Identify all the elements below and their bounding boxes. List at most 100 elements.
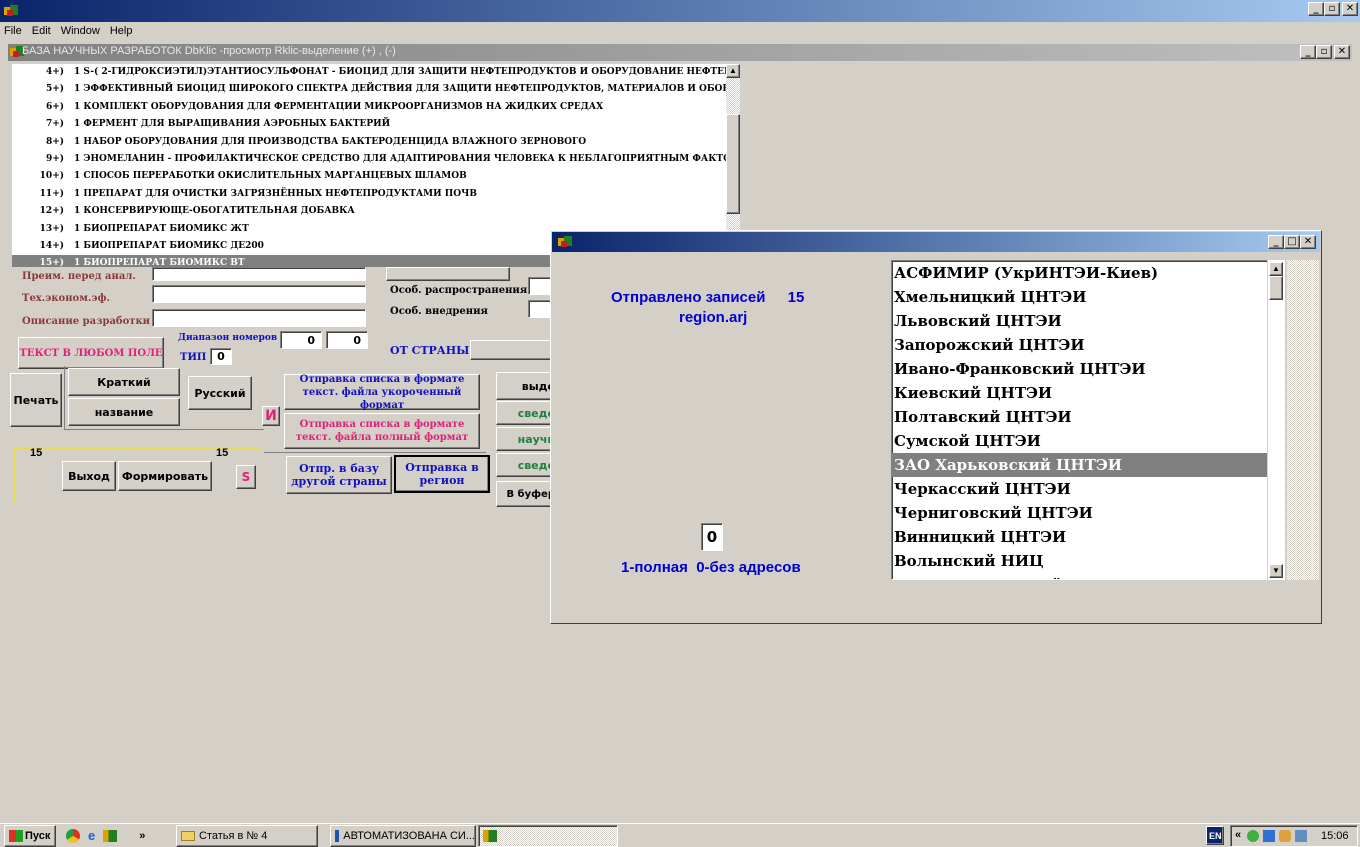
russian-button[interactable]: Русский (188, 376, 252, 410)
field-premium[interactable] (152, 267, 366, 281)
menu-file[interactable]: File (4, 25, 22, 41)
s-button[interactable]: S (236, 465, 256, 489)
region-item[interactable]: Киевский ЦНТЭИ (892, 381, 1268, 405)
region-item[interactable]: Запорожский ЦНТЭИ (892, 333, 1268, 357)
menu-help[interactable]: Help (110, 25, 133, 41)
record-row[interactable]: 7+) 1 ФЕРМЕНТ ДЛЯ ВЫРАЩИВАНИЯ АЭРОБНЫХ БА… (12, 116, 726, 133)
record-text: 1 БИОПРЕПАРАТ БИОМИКС ДЕ200 (74, 240, 264, 251)
label-premium: Преим. перед анал. (22, 271, 136, 282)
clock[interactable]: 15:06 (1321, 830, 1349, 842)
record-row[interactable]: 8+) 1 НАБОР ОБОРУДОВАНИЯ ДЛЯ ПРОИЗВОДСТВА… (12, 134, 726, 151)
volume-icon[interactable] (1279, 830, 1291, 842)
child-caption-buttons: _ ▫ ✕ (1300, 45, 1350, 59)
tray-expand-icon[interactable]: « (1235, 829, 1241, 841)
field-description[interactable] (152, 309, 366, 327)
region-item[interactable]: Полтавский ЦНТЭИ (892, 405, 1268, 429)
record-text: 1 КОМПЛЕКТ ОБОРУДОВАНИЯ ДЛЯ ФЕРМЕНТАЦИИ … (74, 101, 604, 112)
mode-field[interactable]: 0 (701, 523, 723, 551)
region-item[interactable]: Днепропетровский ЦНТЭИ (892, 573, 1268, 579)
from-country-field[interactable] (470, 340, 552, 360)
field-osob-vnedr[interactable] (528, 300, 552, 318)
region-item[interactable]: Волынский НИЦ (892, 549, 1268, 573)
type-field[interactable]: 0 (210, 348, 232, 365)
region-item[interactable]: Черниговский ЦНТЭИ (892, 501, 1268, 525)
to-buffer-button[interactable]: В буфер (496, 481, 556, 507)
field-osob-rasp[interactable] (528, 277, 552, 295)
record-row[interactable]: 10+) 1 СПОСОБ ПЕРЕРАБОТКИ ОКИСЛИТЕЛЬНЫХ М… (12, 168, 726, 185)
network-icon[interactable] (1247, 830, 1259, 842)
child-window-title: БАЗА НАУЧНЫХ РАЗРАБОТОК DbKlic -просмотр… (22, 45, 396, 57)
record-row[interactable]: 6+) 1 КОМПЛЕКТ ОБОРУДОВАНИЯ ДЛЯ ФЕРМЕНТАЦ… (12, 99, 726, 116)
form-button[interactable]: Формировать (118, 461, 212, 491)
region-item[interactable]: Черкасский ЦНТЭИ (892, 477, 1268, 501)
field-techeconom[interactable] (152, 285, 366, 303)
counter-left: 15 (30, 447, 43, 459)
region-item[interactable]: АСФИМИР (УкрИНТЭИ-Киев) (892, 261, 1268, 285)
sved2-button[interactable]: сведе (496, 453, 556, 477)
records-scrollbar[interactable]: ▲ (726, 64, 740, 232)
record-row[interactable]: 12+) 1 КОНСЕРВИРУЮЩЕ-ОБОГАТИТЕЛЬНАЯ ДОБАВ… (12, 203, 726, 220)
send-region-button[interactable]: Отправка в регион (394, 455, 490, 493)
region-scroll-thumb[interactable] (1269, 276, 1283, 300)
shield-icon[interactable] (1263, 830, 1275, 842)
region-item[interactable]: ЗАО Харьковский ЦНТЭИ (892, 453, 1268, 477)
child-minimize-icon[interactable]: _ (1300, 45, 1316, 59)
record-row[interactable]: 4+) 1 S-( 2-ГИДРОКСИЭТИЛ)ЭТАНТИОСУЛЬФОНАТ… (12, 64, 726, 81)
exit-button[interactable]: Выход (62, 461, 116, 491)
region-scroll-up-icon[interactable]: ▲ (1269, 262, 1283, 276)
region-item[interactable]: Львовский ЦНТЭИ (892, 309, 1268, 333)
child-restore-icon[interactable]: ▫ (1316, 45, 1332, 59)
region-scrollbar[interactable]: ▲ ▼ (1267, 260, 1285, 580)
app-quick-icon[interactable] (103, 829, 118, 842)
chrome-icon[interactable] (66, 828, 80, 843)
label-description: Описание разработки (22, 316, 151, 327)
region-item[interactable]: Сумской ЦНТЭИ (892, 429, 1268, 453)
range-from-field[interactable]: 0 (280, 331, 322, 349)
monitor-icon[interactable] (1295, 830, 1307, 842)
quicklaunch: e » (66, 828, 145, 843)
folder-icon (181, 831, 195, 841)
task-word[interactable]: АВТОМАТИЗОВАНА СИ... (330, 825, 476, 847)
dialog-close-icon[interactable]: ✕ (1300, 235, 1316, 249)
word-icon (335, 830, 340, 842)
print-button[interactable]: Печать (10, 373, 62, 427)
short-button[interactable]: Краткий (68, 368, 180, 396)
text-any-field-button[interactable]: ТЕКСТ В ЛЮБОМ ПОЛЕ (18, 337, 164, 369)
record-row[interactable]: 5+) 1 ЭФФЕКТИВНЫЙ БИОЦИД ШИРОКОГО СПЕКТРА… (12, 81, 726, 98)
send-full-format-button[interactable]: Отправка списка в формате текст. файла п… (284, 413, 480, 449)
range-to-field[interactable]: 0 (326, 331, 368, 349)
record-number: 13+) (39, 223, 64, 234)
restore-icon[interactable]: ▫ (1324, 2, 1340, 16)
region-list[interactable]: АСФИМИР (УкрИНТЭИ-Киев) Хмельницкий ЦНТЭИ… (891, 260, 1269, 580)
region-item[interactable]: Винницкий ЦНТЭИ (892, 525, 1268, 549)
scroll-thumb[interactable] (726, 114, 740, 214)
close-icon[interactable]: ✕ (1342, 2, 1358, 16)
sved-button[interactable]: сведе (496, 401, 556, 425)
minimize-icon[interactable]: _ (1308, 2, 1324, 16)
start-button[interactable]: Пуск (4, 825, 56, 847)
task-article[interactable]: Статья в № 4 (176, 825, 318, 847)
record-row[interactable]: 9+) 1 ЭНОМЕЛАНИН - ПРОФИЛАКТИЧЕСКОЕ СРЕДС… (12, 151, 726, 168)
send-dialog: _ □ ✕ Отправлено записей 15 region.arj 0… (550, 230, 1322, 624)
dialog-minimize-icon[interactable]: _ (1268, 235, 1284, 249)
send-other-country-button[interactable]: Отпр. в базу другой страны (286, 456, 392, 494)
menu-edit[interactable]: Edit (32, 25, 51, 41)
region-scroll-down-icon[interactable]: ▼ (1269, 564, 1283, 578)
nauch-button[interactable]: научн (496, 427, 556, 451)
ie-icon[interactable]: e (88, 828, 95, 843)
more-icon[interactable]: » (139, 830, 145, 842)
region-item[interactable]: Хмельницкий ЦНТЭИ (892, 285, 1268, 309)
region-item[interactable]: Ивано-Франковский ЦНТЭИ (892, 357, 1268, 381)
dialog-maximize-icon[interactable]: □ (1284, 235, 1300, 249)
record-row[interactable]: 11+) 1 ПРЕПАРАТ ДЛЯ ОЧИСТКИ ЗАГРЯЗНЁННЫХ … (12, 186, 726, 203)
send-short-format-button[interactable]: Отправка списка в формате текст. файла у… (284, 374, 480, 411)
name-button[interactable]: название (68, 398, 180, 426)
select-button[interactable]: выде (496, 372, 556, 400)
scroll-up-icon[interactable]: ▲ (726, 64, 740, 78)
filename-label: region.arj (679, 309, 748, 326)
menu-window[interactable]: Window (61, 25, 100, 41)
i-button[interactable]: И (262, 406, 280, 426)
lang-indicator[interactable]: EN (1206, 826, 1224, 845)
child-close-icon[interactable]: ✕ (1334, 45, 1350, 59)
task-app[interactable] (478, 825, 618, 847)
